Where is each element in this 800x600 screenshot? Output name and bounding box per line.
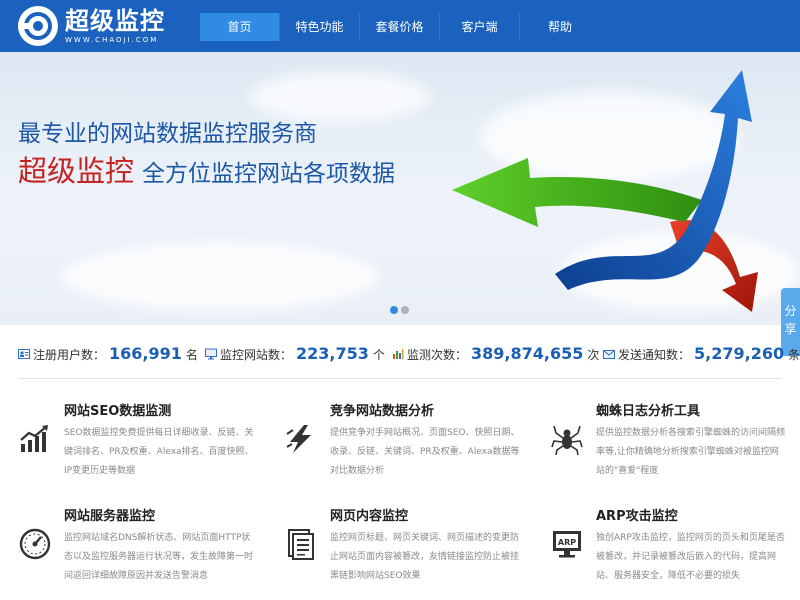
hero-banner[interactable]: 最专业的网站数据监控服务商 超级监控 全方位监控网站各项数据: [0, 52, 800, 325]
stat-registered-users: 注册用户数： 166,991 名: [18, 344, 198, 363]
main-nav: 首页 特色功能 套餐价格 客户端 帮助: [200, 13, 600, 41]
stat-label: 注册用户数：: [33, 348, 106, 362]
user-card-icon: [18, 349, 30, 359]
stat-value: 5,279,260: [694, 344, 785, 363]
document-icon: [288, 529, 314, 560]
share-label-1: 分: [784, 304, 797, 318]
arp-icon-text: ARP: [558, 538, 576, 547]
feature-desc: 独创ARP攻击监控，监控网页的页头和页尾是否被篡改，并记录被篡改后嵌入的代码，提…: [596, 533, 785, 581]
nav-features[interactable]: 特色功能: [280, 13, 360, 41]
growth-arrows-illustration: [452, 70, 758, 312]
mail-icon: [603, 350, 615, 359]
gauge-icon: [19, 528, 51, 560]
nav-help[interactable]: 帮助: [520, 13, 600, 41]
banner-pager: [390, 306, 412, 314]
stat-unit: 次: [587, 348, 600, 362]
stat-check-count: 监测次数： 389,874,655 次: [392, 344, 599, 363]
banner-tagline: 超级监控 全方位监控网站各项数据: [18, 148, 395, 190]
feature-server[interactable]: 网站服务器监控 监控网站域名DNS解析状态、网站页面HTTP状态以及监控服务器运…: [18, 505, 253, 595]
nav-home[interactable]: 首页: [200, 13, 280, 41]
stat-notifications-sent: 发送通知数： 5,279,260 条: [603, 344, 800, 363]
feature-spider-log[interactable]: 蜘蛛日志分析工具 提供监控数据分析各搜索引擎蜘蛛的访问间隔频率等,让你精确地分析…: [550, 400, 785, 490]
nav-pricing[interactable]: 套餐价格: [360, 13, 440, 41]
monitor-icon: [205, 348, 217, 360]
logo-title: 超级监控: [65, 7, 165, 35]
feature-seo[interactable]: 网站SEO数据监测 SEO数据监控免费提供每日详细收录、反链、关键词排名、PR及…: [18, 400, 254, 490]
arp-screen-icon: ARP: [553, 531, 581, 558]
stat-value: 166,991: [109, 344, 182, 363]
feature-desc: 提供监控数据分析各搜索引擎蜘蛛的访问间隔频率等,让你精确地分析搜索引擎蜘蛛对被监…: [596, 428, 786, 476]
stat-unit: 个: [372, 348, 385, 362]
nav-client[interactable]: 客户端: [440, 13, 520, 41]
stat-value: 223,753: [296, 344, 369, 363]
feature-title: 蜘蛛日志分析工具: [596, 404, 701, 419]
feature-desc: 监控网站域名DNS解析状态、网站页面HTTP状态以及监控服务器运行状况等，发生故…: [64, 533, 254, 581]
feature-desc: 提供竞争对手网站概况、页面SEO、快照日期、收录、反链、关键词、PR及权重、Al…: [330, 428, 520, 476]
feature-title: 网站服务器监控: [64, 509, 156, 524]
stat-label: 监控网站数：: [220, 348, 293, 362]
banner-brand: 超级监控: [18, 154, 135, 188]
banner-dot-2[interactable]: [401, 306, 409, 314]
banner-slogan: 全方位监控网站各项数据: [142, 161, 396, 187]
feature-title: 竞争网站数据分析: [330, 404, 435, 419]
feature-title: 网页内容监控: [330, 509, 409, 524]
logo-subtitle: WWW.CHAOJI.COM: [65, 36, 159, 44]
feature-desc: 监控网页标题、网页关键词、网页描述的变更防止网站页面内容被篡改，友情链接监控防止…: [330, 533, 520, 581]
feature-title: ARP攻击监控: [596, 509, 678, 524]
logo[interactable]: 超级监控 WWW.CHAOJI.COM: [18, 6, 165, 46]
spider-icon: [551, 425, 583, 456]
stat-label: 发送通知数：: [618, 348, 691, 362]
stat-monitored-sites: 监控网站数： 223,753 个: [205, 344, 385, 363]
banner-headline: 最专业的网站数据监控服务商: [18, 121, 317, 147]
feature-arp[interactable]: ARP ARP攻击监控 独创ARP攻击监控，监控网页的页头和页尾是否被篡改，并记…: [550, 505, 785, 595]
stats-divider: [18, 378, 782, 379]
seo-chart-icon: [20, 425, 48, 452]
feature-content[interactable]: 网页内容监控 监控网页标题、网页关键词、网页描述的变更防止网站页面内容被篡改，友…: [284, 505, 519, 595]
feature-desc: SEO数据监控免费提供每日详细收录、反链、关键词排名、PR及权重、Alexa排名…: [64, 428, 254, 476]
stats-bar: 注册用户数： 166,991 名 监控网站数： 223,753 个 监测次数： …: [0, 326, 800, 382]
top-header: 超级监控 WWW.CHAOJI.COM 首页 特色功能 套餐价格 客户端 帮助: [0, 0, 800, 52]
banner-dot-1[interactable]: [390, 306, 398, 314]
stat-value: 389,874,655: [471, 344, 584, 363]
feature-title: 网站SEO数据监测: [64, 404, 172, 419]
eye-logo-icon: [18, 6, 58, 46]
stat-unit: 条: [788, 348, 800, 362]
feature-competitor[interactable]: 竞争网站数据分析 提供竞争对手网站概况、页面SEO、快照日期、收录、反链、关键词…: [284, 400, 520, 490]
bar-chart-icon: [393, 349, 404, 359]
lightning-icon: [286, 425, 311, 453]
stat-label: 监测次数：: [407, 348, 468, 362]
stat-unit: 名: [185, 348, 198, 362]
